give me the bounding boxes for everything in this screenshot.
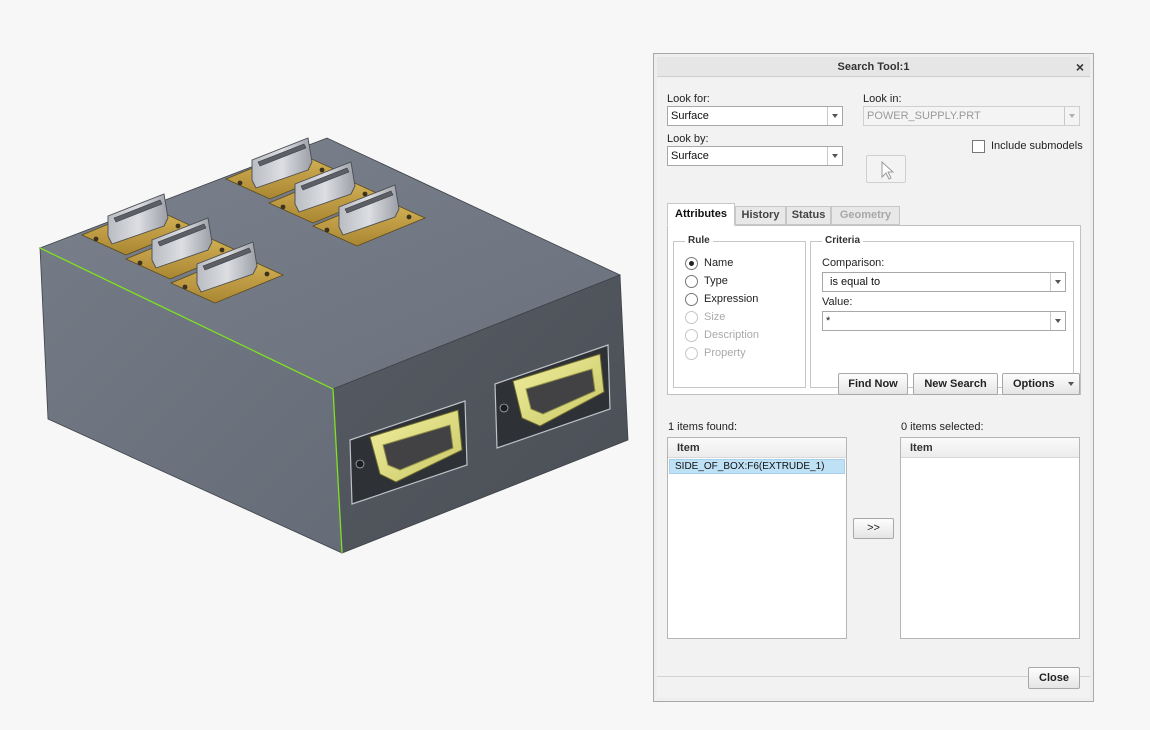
selected-item-column-header[interactable]: Item — [901, 438, 1079, 458]
include-submodels-checkbox[interactable] — [972, 140, 985, 153]
look-by-value: Surface — [671, 150, 709, 162]
look-in-label: Look in: — [863, 93, 902, 105]
chevron-down-icon[interactable] — [827, 147, 842, 165]
look-by-label: Look by: — [667, 133, 709, 145]
items-found-label: 1 items found: — [668, 421, 738, 433]
rule-size-label: Size — [704, 311, 726, 323]
chevron-down-icon[interactable] — [1050, 312, 1065, 330]
rule-property-radio — [685, 347, 698, 360]
comparison-label: Comparison: — [822, 257, 885, 269]
rule-type-label: Type — [704, 275, 728, 287]
chevron-down-icon — [1068, 382, 1074, 386]
value-input[interactable]: * — [822, 311, 1066, 331]
comparison-select[interactable]: is equal to — [822, 272, 1066, 292]
look-in-select[interactable]: POWER_SUPPLY.PRT — [863, 106, 1080, 126]
selected-items-list[interactable]: Item — [900, 437, 1080, 639]
options-button[interactable]: Options — [1002, 373, 1080, 395]
rule-expression-radio[interactable] — [685, 293, 698, 306]
dialog-titlebar[interactable]: Search Tool:1 × — [657, 57, 1090, 77]
look-for-label: Look for: — [667, 93, 710, 105]
close-icon[interactable]: × — [1076, 57, 1084, 77]
rule-description-radio — [685, 329, 698, 342]
include-submodels-label: Include submodels — [991, 140, 1083, 152]
rule-group: Rule Name Type Expression Size Descripti… — [673, 235, 806, 388]
tab-attributes[interactable]: Attributes — [667, 203, 735, 226]
attributes-panel: Rule Name Type Expression Size Descripti… — [667, 225, 1081, 395]
close-button[interactable]: Close — [1028, 667, 1080, 689]
rule-size-radio — [685, 311, 698, 324]
look-for-select[interactable]: Surface — [667, 106, 843, 126]
rule-type-radio[interactable] — [685, 275, 698, 288]
value-label: Value: — [822, 296, 853, 308]
criteria-group-title: Criteria — [822, 235, 864, 246]
rule-name-radio[interactable] — [685, 257, 698, 270]
found-item-column-header[interactable]: Item — [668, 438, 846, 458]
rule-description-label: Description — [704, 329, 760, 341]
comparison-value: is equal to — [830, 276, 881, 288]
found-items-list[interactable]: Item SIDE_OF_BOX:F6(EXTRUDE_1) — [667, 437, 847, 639]
tab-history[interactable]: History — [735, 206, 786, 225]
chevron-down-icon[interactable] — [1050, 273, 1065, 291]
dialog-body: Look for: Surface Look in: POWER_SUPPLY.… — [657, 78, 1090, 698]
model-viewport[interactable] — [0, 0, 652, 730]
search-tool-dialog: Search Tool:1 × Look for: Surface Look i… — [653, 53, 1094, 702]
new-search-button[interactable]: New Search — [913, 373, 998, 395]
options-label: Options — [1013, 378, 1055, 390]
rule-name-label: Name — [704, 257, 734, 269]
list-item[interactable]: SIDE_OF_BOX:F6(EXTRUDE_1) — [669, 459, 845, 474]
tab-status[interactable]: Status — [786, 206, 831, 225]
rule-property-label: Property — [704, 347, 746, 359]
cursor-arrow-icon — [881, 160, 895, 180]
rule-group-title: Rule — [685, 235, 713, 246]
transfer-button[interactable]: >> — [853, 518, 894, 539]
criteria-group: Criteria Comparison: is equal to Value: … — [810, 235, 1074, 388]
look-for-value: Surface — [671, 110, 709, 122]
items-selected-label: 0 items selected: — [901, 421, 984, 433]
dialog-title: Search Tool:1 — [837, 61, 910, 73]
look-in-value: POWER_SUPPLY.PRT — [867, 110, 981, 122]
value-text: * — [826, 315, 831, 327]
find-now-button[interactable]: Find Now — [838, 373, 908, 395]
chevron-down-icon[interactable] — [827, 107, 842, 125]
rule-expression-label: Expression — [704, 293, 759, 305]
power-supply-model[interactable] — [0, 0, 652, 730]
select-model-button[interactable] — [866, 155, 906, 183]
tab-geometry: Geometry — [831, 206, 900, 225]
look-by-select[interactable]: Surface — [667, 146, 843, 166]
chevron-down-icon[interactable] — [1064, 107, 1079, 125]
footer-divider — [657, 676, 1090, 677]
